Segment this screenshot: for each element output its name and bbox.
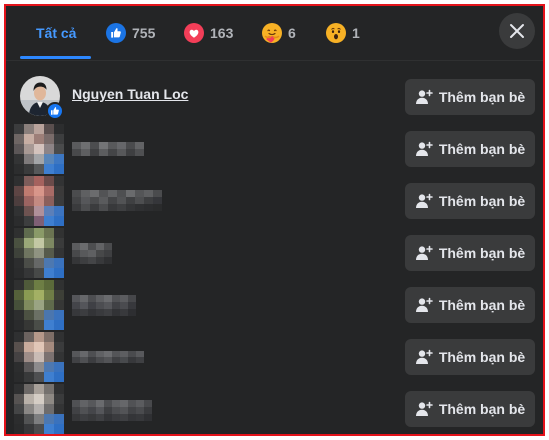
reactions-dialog: Tất cả 755 163 6 1 Nguyen Tuan Loc Thêm … bbox=[4, 4, 545, 436]
add-friend-button[interactable]: Thêm bạn bè bbox=[405, 131, 535, 167]
close-button[interactable] bbox=[499, 13, 535, 49]
add-friend-button[interactable]: Thêm bạn bè bbox=[405, 287, 535, 323]
tab-divider bbox=[6, 60, 543, 61]
add-friend-icon bbox=[415, 245, 433, 260]
add-friend-label: Thêm bạn bè bbox=[438, 141, 526, 157]
add-friend-icon bbox=[415, 297, 433, 312]
add-friend-button[interactable]: Thêm bạn bè bbox=[405, 79, 535, 115]
add-friend-label: Thêm bạn bè bbox=[438, 89, 526, 105]
pixelated-avatar bbox=[14, 176, 64, 226]
avatar[interactable] bbox=[14, 384, 64, 434]
list-item: Thêm bạn bè bbox=[6, 332, 543, 384]
pixelated-name bbox=[72, 243, 112, 264]
add-friend-label: Thêm bạn bè bbox=[438, 193, 526, 209]
wow-reaction-icon bbox=[326, 23, 346, 43]
list-item: Nguyen Tuan Loc Thêm bạn bè bbox=[6, 72, 543, 124]
tab-wow[interactable]: 1 bbox=[326, 6, 360, 60]
pixelated-name bbox=[72, 190, 162, 211]
add-friend-icon bbox=[415, 141, 433, 156]
add-friend-label: Thêm bạn bè bbox=[438, 401, 526, 417]
tab-care[interactable]: 6 bbox=[262, 6, 296, 60]
tab-love-count: 163 bbox=[210, 25, 234, 41]
add-friend-icon bbox=[415, 89, 433, 104]
pixelated-avatar bbox=[14, 228, 64, 278]
pixelated-name bbox=[72, 351, 144, 363]
pixelated-avatar bbox=[14, 280, 64, 330]
add-friend-button[interactable]: Thêm bạn bè bbox=[405, 235, 535, 271]
list-item: Thêm bạn bè bbox=[6, 176, 543, 228]
avatar[interactable] bbox=[14, 332, 64, 382]
avatar[interactable] bbox=[14, 124, 64, 174]
list-item: Thêm bạn bè bbox=[6, 124, 543, 176]
list-item: Thêm bạn bè bbox=[6, 228, 543, 280]
pixelated-name bbox=[72, 400, 152, 421]
pixelated-avatar bbox=[14, 124, 64, 174]
person-name[interactable]: Nguyen Tuan Loc bbox=[72, 86, 188, 102]
tab-like-count: 755 bbox=[132, 25, 156, 41]
tab-love[interactable]: 163 bbox=[184, 6, 233, 60]
care-reaction-icon bbox=[262, 23, 282, 43]
add-friend-button[interactable]: Thêm bạn bè bbox=[405, 183, 535, 219]
add-friend-button[interactable]: Thêm bạn bè bbox=[405, 339, 535, 375]
add-friend-label: Thêm bạn bè bbox=[438, 297, 526, 313]
close-icon bbox=[510, 24, 524, 38]
tab-all[interactable]: Tất cả bbox=[36, 6, 76, 60]
tab-wow-count: 1 bbox=[352, 25, 360, 41]
tab-care-count: 6 bbox=[288, 25, 296, 41]
add-friend-icon bbox=[415, 193, 433, 208]
add-friend-icon bbox=[415, 349, 433, 364]
add-friend-label: Thêm bạn bè bbox=[438, 245, 526, 261]
pixelated-avatar bbox=[14, 332, 64, 382]
avatar[interactable] bbox=[14, 228, 64, 278]
list-item: Thêm bạn bè bbox=[6, 384, 543, 434]
add-friend-button[interactable]: Thêm bạn bè bbox=[405, 391, 535, 427]
pixelated-name bbox=[72, 295, 136, 316]
active-tab-indicator bbox=[20, 56, 91, 59]
pixelated-avatar bbox=[14, 384, 64, 434]
tab-like[interactable]: 755 bbox=[106, 6, 155, 60]
avatar[interactable] bbox=[14, 280, 64, 330]
add-friend-icon bbox=[415, 401, 433, 416]
tab-all-label: Tất cả bbox=[36, 25, 77, 41]
pixelated-name bbox=[72, 142, 144, 156]
list-item: Thêm bạn bè bbox=[6, 280, 543, 332]
like-reaction-icon bbox=[106, 23, 126, 43]
love-reaction-icon bbox=[184, 23, 204, 43]
reaction-tabs: Tất cả 755 163 6 1 bbox=[6, 6, 543, 60]
like-badge-icon bbox=[46, 102, 64, 120]
avatar[interactable] bbox=[14, 176, 64, 226]
avatar[interactable] bbox=[20, 76, 64, 120]
add-friend-label: Thêm bạn bè bbox=[438, 349, 526, 365]
